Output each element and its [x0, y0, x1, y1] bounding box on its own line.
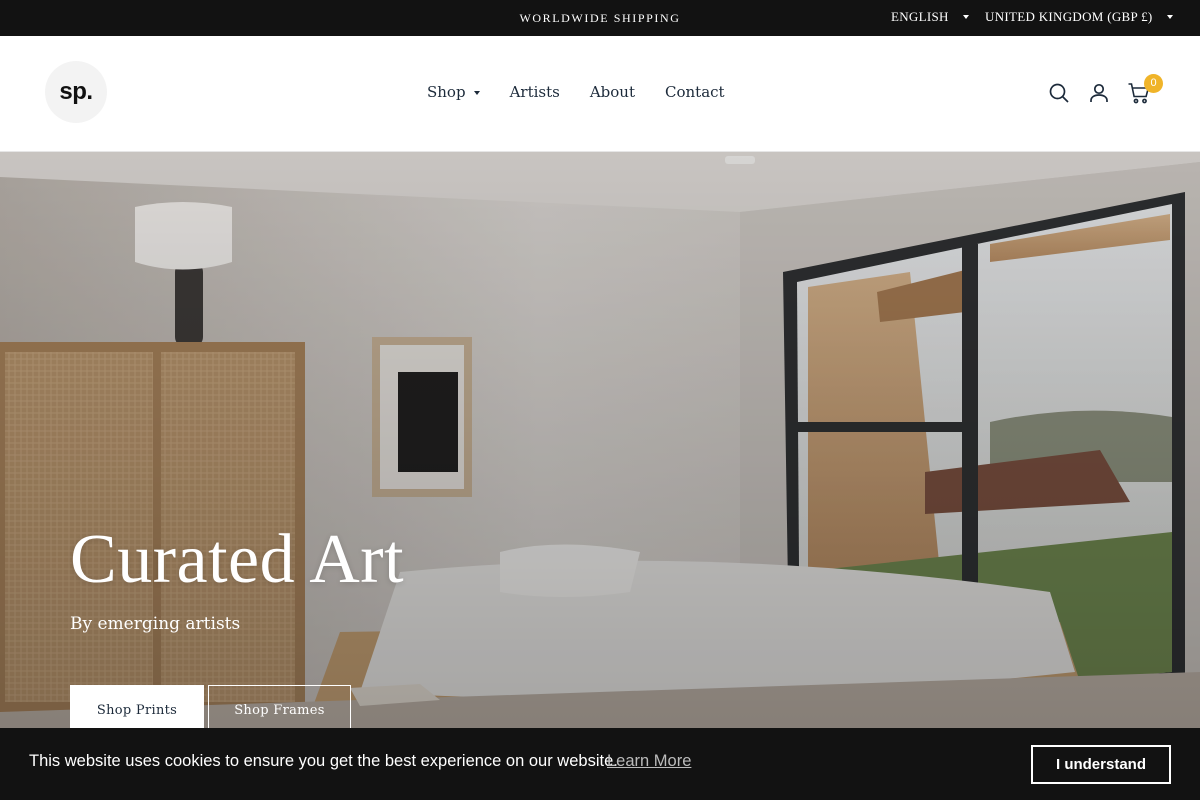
cart-count-badge: 0: [1144, 74, 1163, 93]
accept-cookies-button[interactable]: I understand: [1031, 745, 1171, 784]
language-label: ENGLISH: [891, 9, 949, 24]
chevron-down-icon: [1166, 15, 1173, 19]
nav-label: Shop: [427, 83, 466, 101]
country-label: UNITED KINGDOM (GBP £): [985, 9, 1153, 24]
nav-item-artists[interactable]: Artists: [510, 83, 560, 101]
announcement-bar: WORLDWIDE SHIPPING ENGLISH UNITED KINGDO…: [0, 0, 1200, 36]
nav-label: About: [589, 83, 635, 101]
hero-banner: Curated Art By emerging artists Shop Pri…: [0, 152, 1200, 800]
learn-more-link[interactable]: Learn More: [607, 752, 691, 771]
site-logo[interactable]: sp.: [45, 61, 107, 123]
language-selector[interactable]: ENGLISH: [891, 0, 969, 34]
nav-item-shop[interactable]: Shop: [427, 83, 480, 101]
chevron-down-icon: [962, 15, 969, 19]
account-icon[interactable]: [1087, 81, 1111, 105]
country-currency-selector[interactable]: UNITED KINGDOM (GBP £): [985, 0, 1173, 34]
chevron-down-icon: [473, 90, 480, 95]
main-nav: Shop Artists About Contact: [427, 83, 725, 101]
header-icons: [1047, 81, 1151, 105]
nav-label: Contact: [665, 83, 725, 101]
site-header: sp. Shop Artists About Contact 0: [0, 36, 1200, 152]
search-icon[interactable]: [1047, 81, 1071, 105]
cookie-message: This website uses cookies to ensure you …: [29, 752, 618, 770]
nav-item-contact[interactable]: Contact: [665, 83, 725, 101]
nav-label: Artists: [509, 83, 560, 101]
hero-title: Curated Art: [70, 521, 405, 598]
nav-item-about[interactable]: About: [590, 83, 635, 101]
hero-subtitle: By emerging artists: [70, 614, 241, 634]
cookie-consent-bar: This website uses cookies to ensure you …: [0, 728, 1200, 800]
